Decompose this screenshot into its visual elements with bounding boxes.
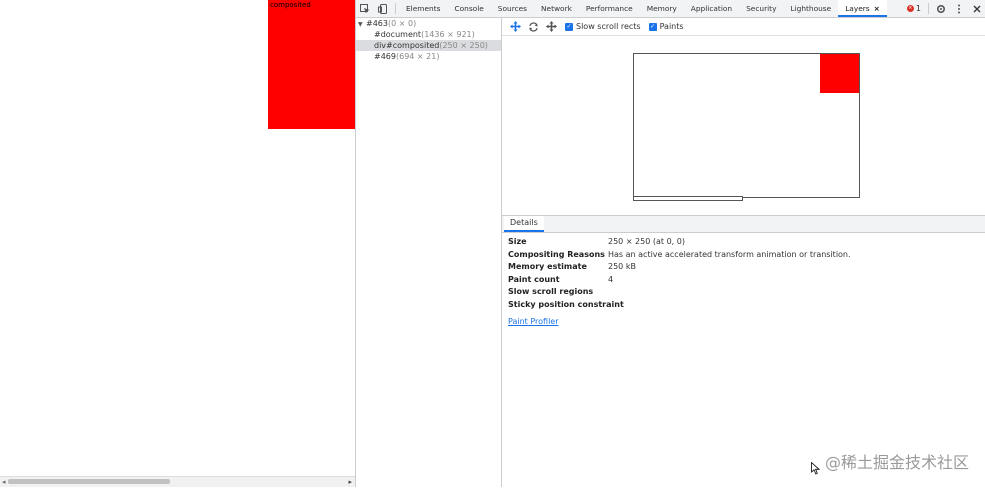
detail-row-paint-count: Paint count 4 xyxy=(508,274,980,287)
rotate-mode-icon[interactable] xyxy=(524,18,542,35)
tab-lighthouse[interactable]: Lighthouse xyxy=(783,0,838,17)
layer-tree: ▼ #463(0 × 0) #document(1436 × 921) div#c… xyxy=(356,18,502,487)
checkbox-checked-icon: ✓ xyxy=(565,22,573,31)
detail-key: Paint count xyxy=(508,274,560,284)
layers-3d-view[interactable] xyxy=(502,36,985,215)
tree-node-dims: (250 × 250) xyxy=(439,41,488,50)
device-toolbar-icon[interactable] xyxy=(374,0,392,17)
detail-value: 250 kB xyxy=(608,262,636,271)
tab-network[interactable]: Network xyxy=(534,0,579,17)
details-table: Size 250 × 250 (at 0, 0) Compositing Rea… xyxy=(502,233,985,326)
detail-key: Sticky position constraint xyxy=(508,299,624,309)
tab-application[interactable]: Application xyxy=(684,0,739,17)
tree-node-name: #469 xyxy=(374,52,396,61)
collapse-triangle-icon[interactable]: ▼ xyxy=(358,19,366,30)
tree-row-composited[interactable]: div#composited(250 × 250) xyxy=(356,40,501,51)
tab-layers[interactable]: Layers × xyxy=(838,0,887,17)
inspect-element-icon[interactable] xyxy=(356,0,374,17)
more-options-icon[interactable] xyxy=(950,0,968,17)
tab-memory[interactable]: Memory xyxy=(640,0,684,17)
detail-row-memory-estimate: Memory estimate 250 kB xyxy=(508,261,980,274)
paint-profiler-link[interactable]: Paint Profiler xyxy=(508,317,559,326)
detail-key: Size xyxy=(508,237,527,246)
tree-node-name: #463 xyxy=(366,19,388,28)
reset-transform-icon[interactable] xyxy=(542,18,560,35)
scroll-right-arrow-icon[interactable]: ▸ xyxy=(348,478,352,486)
tree-row-root[interactable]: ▼ #463(0 × 0) xyxy=(356,18,501,29)
tree-node-dims: (1436 × 921) xyxy=(421,30,475,39)
tree-row-document[interactable]: #document(1436 × 921) xyxy=(356,29,501,40)
watermark: @稀土掘金技术社区 xyxy=(824,453,969,472)
close-tab-icon[interactable]: × xyxy=(874,4,880,13)
toolbar-divider xyxy=(928,3,929,14)
tab-security[interactable]: Security xyxy=(739,0,783,17)
paints-label: Paints xyxy=(659,22,684,31)
layer-469-rect[interactable] xyxy=(633,196,743,201)
page-viewport: composited ◂ ▸ xyxy=(0,0,355,487)
slow-scroll-rects-label: Slow scroll rects xyxy=(576,22,641,31)
composited-layer-rect[interactable] xyxy=(820,54,859,93)
tree-node-name: #document xyxy=(374,30,422,39)
tree-node-dims: (0 × 0) xyxy=(387,19,417,28)
tab-performance[interactable]: Performance xyxy=(579,0,640,17)
detail-value: 250 × 250 (at 0, 0) xyxy=(608,237,685,246)
mouse-cursor-icon xyxy=(811,461,821,478)
gear-icon[interactable] xyxy=(932,0,950,17)
toolbar-right-tools: × 1 xyxy=(903,0,985,17)
error-count: 1 xyxy=(915,4,921,13)
tab-elements[interactable]: Elements xyxy=(399,0,447,17)
tree-node-name: div#composited xyxy=(374,41,440,50)
detail-row-sticky-position: Sticky position constraint xyxy=(508,299,980,312)
paints-checkbox[interactable]: ✓ Paints xyxy=(648,22,684,31)
close-devtools-icon[interactable] xyxy=(968,0,985,17)
toolbar-divider xyxy=(395,3,396,14)
error-count-badge[interactable]: × 1 xyxy=(903,4,925,13)
tree-node-dims: (694 × 21) xyxy=(395,52,440,61)
pan-mode-icon[interactable] xyxy=(506,18,524,35)
detail-value: Has an active accelerated transform anim… xyxy=(608,249,851,259)
layers-panel: ✓ Slow scroll rects ✓ Paints Details Siz… xyxy=(502,18,985,487)
horizontal-scrollbar[interactable]: ◂ ▸ xyxy=(0,476,355,487)
detail-key: Slow scroll regions xyxy=(508,287,594,296)
scrollbar-thumb[interactable] xyxy=(8,479,170,484)
tab-sources[interactable]: Sources xyxy=(491,0,534,17)
details-pane: Details Size 250 × 250 (at 0, 0) Composi… xyxy=(502,215,985,488)
detail-row-size: Size 250 × 250 (at 0, 0) xyxy=(508,236,980,249)
composited-div[interactable]: composited xyxy=(268,0,355,129)
tab-details[interactable]: Details xyxy=(504,216,544,232)
document-layer-rect[interactable] xyxy=(633,53,860,198)
scroll-left-arrow-icon[interactable]: ◂ xyxy=(2,478,6,486)
error-icon: × xyxy=(906,5,914,12)
slow-scroll-rects-checkbox[interactable]: ✓ Slow scroll rects xyxy=(565,22,641,31)
detail-value: 4 xyxy=(608,274,614,284)
tab-console[interactable]: Console xyxy=(447,0,490,17)
composited-div-label: composited xyxy=(270,1,311,9)
layers-toolbar: ✓ Slow scroll rects ✓ Paints xyxy=(502,18,985,36)
devtools-tabbar: Elements Console Sources Network Perform… xyxy=(356,0,985,18)
detail-row-compositing-reasons: Compositing Reasons Has an active accele… xyxy=(508,249,980,262)
details-tabbar: Details xyxy=(502,216,985,233)
detail-row-slow-scroll-regions: Slow scroll regions xyxy=(508,286,980,299)
detail-key: Compositing Reasons xyxy=(508,249,605,259)
devtools-panel: Elements Console Sources Network Perform… xyxy=(355,0,985,487)
tree-row-469[interactable]: #469(694 × 21) xyxy=(356,51,501,62)
tab-layers-label: Layers xyxy=(845,4,870,13)
checkbox-checked-icon: ✓ xyxy=(648,22,657,31)
detail-key: Memory estimate xyxy=(508,262,587,271)
